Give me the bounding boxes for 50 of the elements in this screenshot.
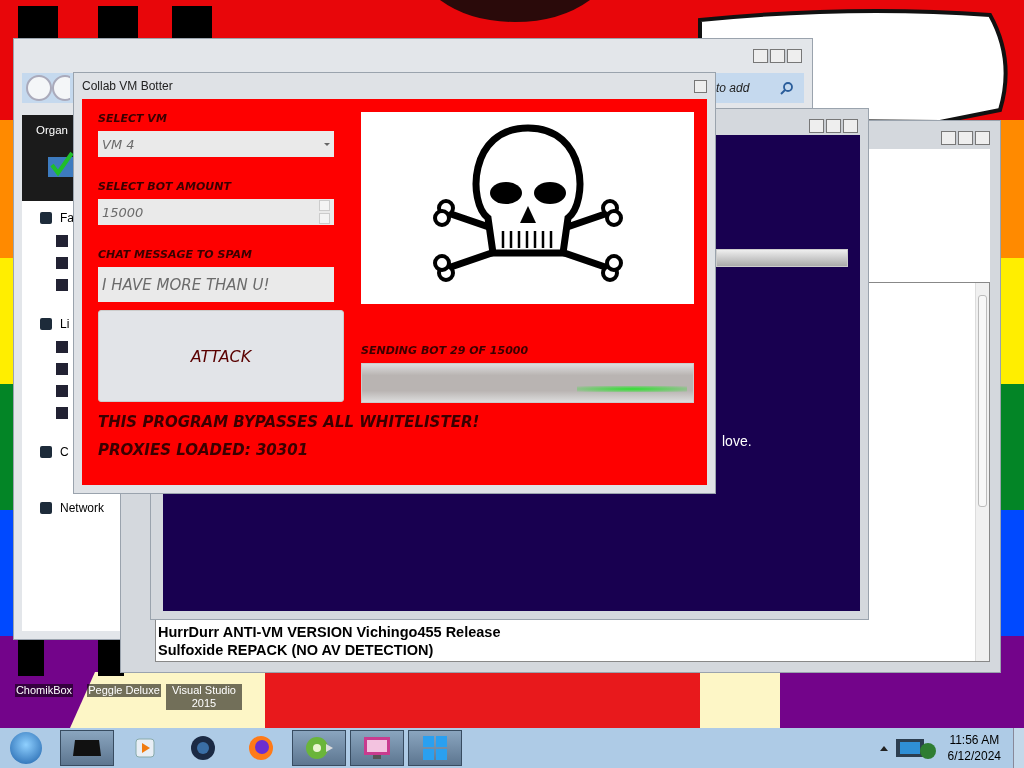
log-line: Sulfoxide REPACK (NO AV DETECTION) bbox=[158, 641, 435, 659]
taskbar-button[interactable] bbox=[350, 730, 404, 766]
folder-icon bbox=[40, 212, 52, 224]
taskbar-button[interactable] bbox=[292, 730, 346, 766]
nav-item[interactable]: Network bbox=[60, 501, 104, 515]
icon-label[interactable]: ChomikBox bbox=[14, 684, 74, 697]
notice-text: PROXIES LOADED: 30301 bbox=[98, 441, 310, 459]
caret-icon bbox=[324, 142, 330, 146]
icon-label[interactable]: Peggle Deluxe bbox=[87, 684, 161, 697]
show-desktop-button[interactable] bbox=[1013, 728, 1024, 768]
folder-icon bbox=[40, 446, 52, 458]
caption-text: love. bbox=[722, 433, 752, 449]
window-controls[interactable] bbox=[809, 119, 858, 133]
field-label: CHAT MESSAGE TO SPAM bbox=[98, 248, 253, 261]
nav-item[interactable]: Li bbox=[60, 317, 70, 331]
taskbar-button[interactable] bbox=[60, 730, 114, 766]
search-field[interactable]: to add bbox=[714, 81, 780, 95]
field-label: SELECT BOT AMOUNT bbox=[98, 180, 233, 193]
nav-item[interactable]: C bbox=[60, 445, 69, 459]
close-button[interactable] bbox=[694, 79, 707, 93]
tray-arrow-icon[interactable] bbox=[879, 745, 888, 751]
monitor-icon bbox=[362, 735, 392, 761]
desktop-icon[interactable] bbox=[98, 6, 138, 40]
field-label: SELECT VM bbox=[98, 112, 168, 125]
film-reel-icon bbox=[304, 734, 334, 762]
start-button[interactable] bbox=[10, 732, 42, 764]
message-field[interactable]: I HAVE MORE THAN U! bbox=[98, 267, 334, 302]
window-title: Collab VM Botter bbox=[82, 79, 173, 93]
scrollbar[interactable] bbox=[975, 283, 989, 661]
attack-button[interactable]: ATTACK bbox=[98, 310, 344, 402]
nav-item[interactable]: Fa bbox=[60, 211, 74, 225]
windows-logo-icon bbox=[421, 734, 449, 762]
window-controls[interactable] bbox=[941, 131, 990, 145]
folder-icon bbox=[40, 502, 52, 514]
desktop-icon[interactable] bbox=[18, 6, 58, 40]
toolbar-label[interactable]: Organ bbox=[36, 124, 68, 136]
clock-date[interactable]: 6/12/2024 bbox=[947, 748, 1001, 764]
desktop-icon[interactable] bbox=[172, 6, 212, 40]
log-line: HurrDurr ANTI-VM VERSION Vichingo455 Release bbox=[158, 623, 502, 641]
window-controls[interactable] bbox=[753, 49, 802, 63]
media-player-icon bbox=[133, 736, 157, 760]
notice-text: THIS PROGRAM BYPASSES ALL WHITELISTER! bbox=[98, 413, 481, 431]
clock-time[interactable]: 11:56 AM bbox=[949, 732, 1000, 748]
status-text: SENDING BOT 29 OF 15000 bbox=[361, 344, 530, 357]
folder-icon bbox=[40, 318, 52, 330]
vm-dropdown[interactable]: VM 4 bbox=[98, 131, 334, 157]
globe-icon bbox=[189, 734, 217, 762]
bot-amount-spinner[interactable]: 15000 bbox=[98, 199, 334, 225]
search-icon bbox=[780, 81, 794, 95]
icon-label[interactable]: Visual Studio 2015 bbox=[166, 684, 242, 710]
